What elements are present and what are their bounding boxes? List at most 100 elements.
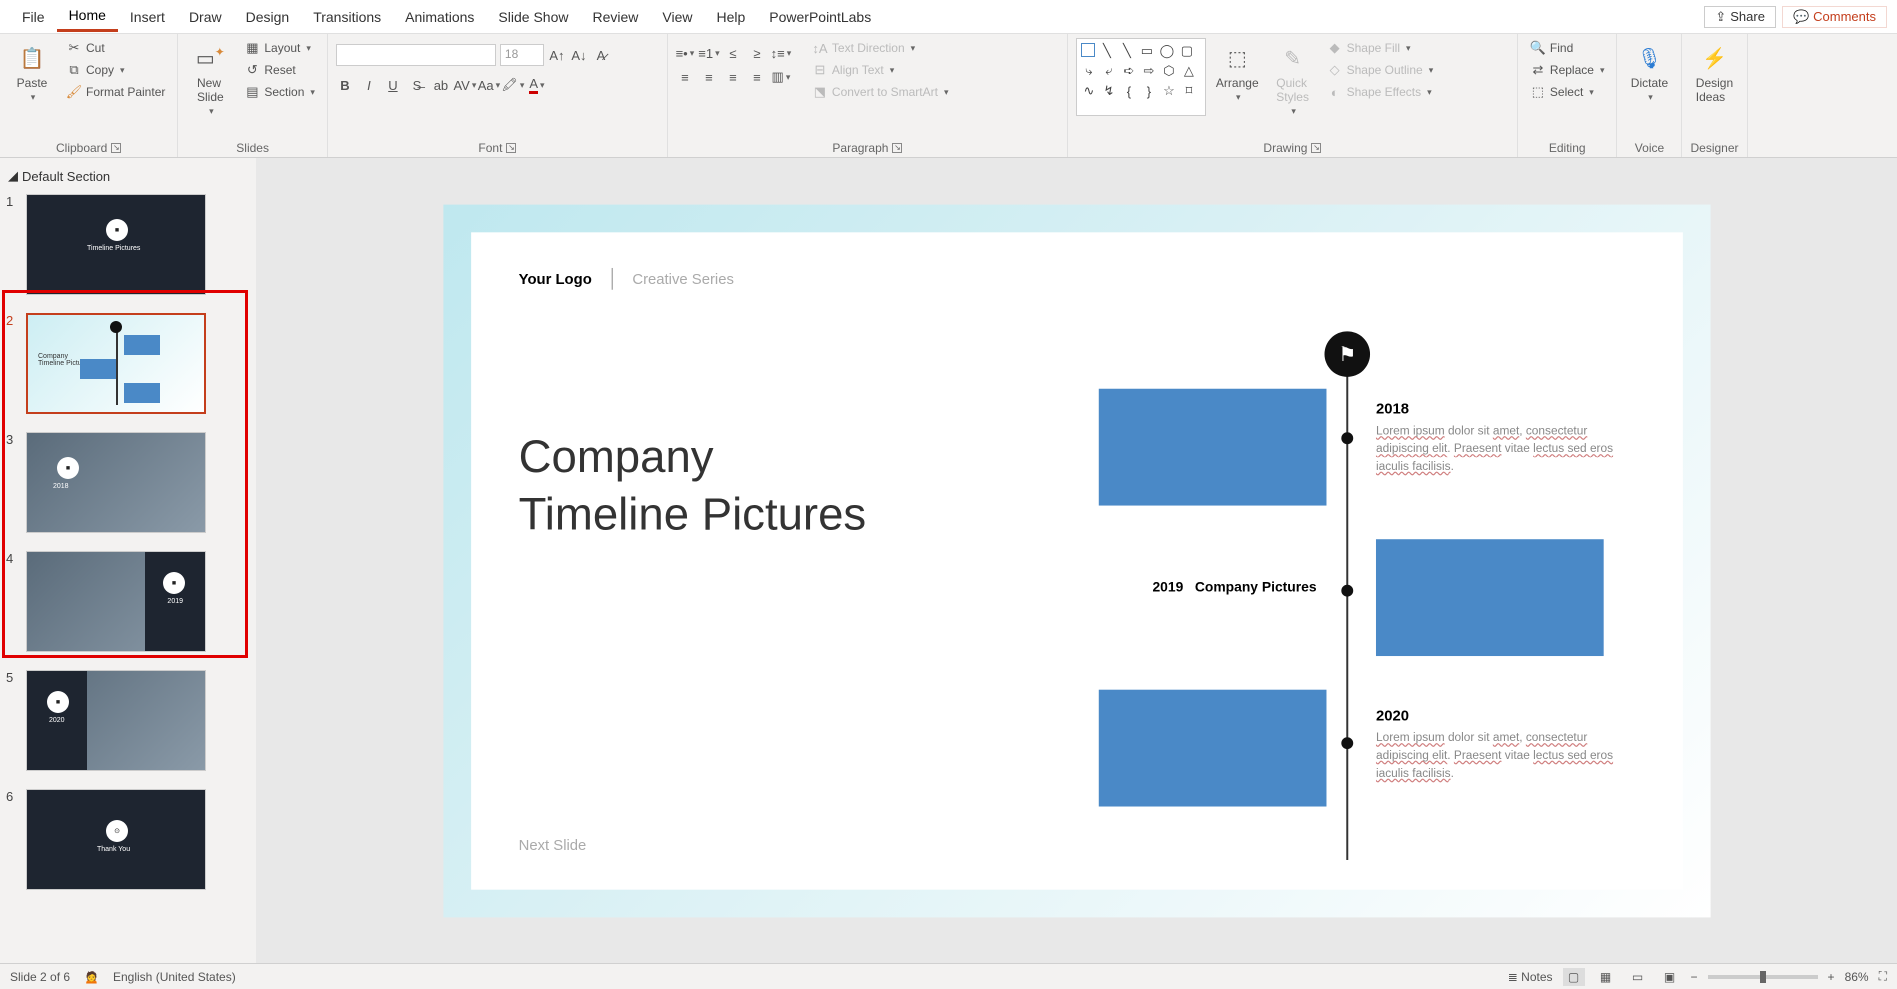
design-ideas-button[interactable]: ⚡ Design Ideas bbox=[1690, 38, 1738, 108]
shape-curve-icon[interactable]: ∿ bbox=[1081, 83, 1097, 99]
thumb-2[interactable]: 2 CompanyTimeline Pictures bbox=[6, 313, 246, 414]
shape-tri-icon[interactable]: △ bbox=[1181, 63, 1197, 79]
decrease-indent-button[interactable]: ≤ bbox=[724, 44, 742, 62]
shape-outline-button[interactable]: ◇Shape Outline bbox=[1323, 60, 1438, 80]
timeline-box-2020[interactable] bbox=[1098, 689, 1326, 806]
format-painter-button[interactable]: 🖌Format Painter bbox=[62, 82, 169, 102]
font-launcher[interactable]: ↘ bbox=[506, 143, 516, 153]
zoom-slider[interactable] bbox=[1708, 975, 1818, 979]
font-size-combo[interactable]: 18 bbox=[500, 44, 544, 66]
align-left-button[interactable]: ≡ bbox=[676, 68, 694, 86]
shape-callout-icon[interactable]: ⌑ bbox=[1181, 83, 1197, 99]
tab-home[interactable]: Home bbox=[57, 1, 118, 32]
char-spacing-button[interactable]: AV bbox=[456, 76, 474, 94]
increase-indent-button[interactable]: ≥ bbox=[748, 44, 766, 62]
normal-view-button[interactable]: ▢ bbox=[1563, 968, 1585, 986]
tab-help[interactable]: Help bbox=[704, 3, 757, 31]
reading-view-button[interactable]: ▭ bbox=[1627, 968, 1649, 986]
shape-conn-icon[interactable]: ↯ bbox=[1101, 83, 1117, 99]
thumb-4[interactable]: 4 ■ 2019 bbox=[6, 551, 246, 652]
drawing-launcher[interactable]: ↘ bbox=[1311, 143, 1321, 153]
shape-arrow4-icon[interactable]: ⇨ bbox=[1141, 63, 1157, 79]
tab-powerpointlabs[interactable]: PowerPointLabs bbox=[757, 3, 883, 31]
section-header[interactable]: ◢ Default Section bbox=[6, 164, 246, 188]
shape-oval-icon[interactable]: ◯ bbox=[1159, 43, 1175, 59]
tab-file[interactable]: File bbox=[10, 3, 57, 31]
sorter-view-button[interactable]: ▦ bbox=[1595, 968, 1617, 986]
justify-button[interactable]: ≡ bbox=[748, 68, 766, 86]
bold-button[interactable]: B bbox=[336, 76, 354, 94]
new-slide-button[interactable]: ▭✦ New Slide bbox=[186, 38, 234, 121]
tab-insert[interactable]: Insert bbox=[118, 3, 177, 31]
status-language[interactable]: English (United States) bbox=[113, 970, 236, 984]
clear-format-button[interactable]: A̷ bbox=[592, 46, 610, 64]
shapes-gallery[interactable]: ╲ ╲ ▭ ◯ ▢ ⤷ ⤶ ➪ ⇨ ⬡ △ ∿ ↯ { } ☆ ⌑ bbox=[1076, 38, 1206, 116]
tab-transitions[interactable]: Transitions bbox=[301, 3, 393, 31]
tab-slideshow[interactable]: Slide Show bbox=[486, 3, 580, 31]
shape-rect-icon[interactable]: ▭ bbox=[1139, 43, 1155, 59]
dictate-button[interactable]: 🎙 Dictate bbox=[1625, 38, 1673, 107]
shape-brace2-icon[interactable]: } bbox=[1141, 83, 1157, 99]
shape-effects-button[interactable]: ◐Shape Effects bbox=[1323, 82, 1438, 102]
section-collapse-icon[interactable]: ◢ bbox=[8, 168, 18, 184]
paste-button[interactable]: 📋 Paste bbox=[8, 38, 56, 107]
thumb-1[interactable]: 1 ■ Timeline Pictures bbox=[6, 194, 246, 295]
clipboard-launcher[interactable]: ↘ bbox=[111, 143, 121, 153]
shape-textbox-icon[interactable] bbox=[1081, 43, 1095, 57]
tab-design[interactable]: Design bbox=[234, 3, 302, 31]
zoom-level[interactable]: 86% bbox=[1845, 970, 1869, 984]
thumb-6[interactable]: 6 ⊙ Thank You bbox=[6, 789, 246, 890]
numbering-button[interactable]: ≡1 bbox=[700, 44, 718, 62]
quick-styles-button[interactable]: ✎ Quick Styles bbox=[1269, 38, 1317, 121]
italic-button[interactable]: I bbox=[360, 76, 378, 94]
align-right-button[interactable]: ≡ bbox=[724, 68, 742, 86]
underline-button[interactable]: U bbox=[384, 76, 402, 94]
shape-rrect-icon[interactable]: ▢ bbox=[1179, 43, 1195, 59]
replace-button[interactable]: ⇄Replace bbox=[1526, 60, 1609, 80]
shape-arrow3-icon[interactable]: ➪ bbox=[1121, 63, 1137, 79]
comments-button[interactable]: 💬Comments bbox=[1782, 6, 1887, 28]
strike-button[interactable]: S̶ bbox=[408, 76, 426, 94]
find-button[interactable]: 🔍Find bbox=[1526, 38, 1609, 58]
cut-button[interactable]: ✂Cut bbox=[62, 38, 169, 58]
bullets-button[interactable]: ≡• bbox=[676, 44, 694, 62]
slide-canvas[interactable]: Your Logo Creative Series Company Timeli… bbox=[256, 158, 1897, 963]
paragraph-launcher[interactable]: ↘ bbox=[892, 143, 902, 153]
shadow-button[interactable]: ab bbox=[432, 76, 450, 94]
columns-button[interactable]: ▥ bbox=[772, 68, 790, 86]
tab-review[interactable]: Review bbox=[580, 3, 650, 31]
slide-content[interactable]: Your Logo Creative Series Company Timeli… bbox=[471, 232, 1683, 889]
reset-button[interactable]: ↺Reset bbox=[240, 60, 319, 80]
slideshow-view-button[interactable]: ▣ bbox=[1659, 968, 1681, 986]
select-button[interactable]: ⬚Select bbox=[1526, 82, 1609, 102]
notes-button[interactable]: ≣ Notes bbox=[1508, 970, 1553, 984]
align-center-button[interactable]: ≡ bbox=[700, 68, 718, 86]
share-button[interactable]: ⇪Share bbox=[1704, 6, 1776, 28]
convert-smartart-button[interactable]: ⬔Convert to SmartArt bbox=[808, 82, 953, 102]
font-color-button[interactable]: A bbox=[528, 76, 546, 94]
change-case-button[interactable]: Aa bbox=[480, 76, 498, 94]
shape-line2-icon[interactable]: ╲ bbox=[1119, 43, 1135, 59]
shape-arrow2-icon[interactable]: ⤶ bbox=[1101, 63, 1117, 79]
shrink-font-button[interactable]: A↓ bbox=[570, 46, 588, 64]
tab-animations[interactable]: Animations bbox=[393, 3, 486, 31]
font-name-combo[interactable] bbox=[336, 44, 496, 66]
highlight-button[interactable]: 🖍 bbox=[504, 76, 522, 94]
grow-font-button[interactable]: A↑ bbox=[548, 46, 566, 64]
arrange-button[interactable]: ⬚ Arrange bbox=[1212, 38, 1263, 107]
shape-hex-icon[interactable]: ⬡ bbox=[1161, 63, 1177, 79]
section-button[interactable]: ▤Section bbox=[240, 82, 319, 102]
shape-line-icon[interactable]: ╲ bbox=[1099, 43, 1115, 59]
copy-button[interactable]: ⧉Copy bbox=[62, 60, 169, 80]
tab-draw[interactable]: Draw bbox=[177, 3, 234, 31]
thumb-3[interactable]: 3 ■ 2018 bbox=[6, 432, 246, 533]
line-spacing-button[interactable]: ↕≡ bbox=[772, 44, 790, 62]
shape-brace1-icon[interactable]: { bbox=[1121, 83, 1137, 99]
shape-fill-button[interactable]: ◆Shape Fill bbox=[1323, 38, 1438, 58]
zoom-in-button[interactable]: + bbox=[1828, 970, 1835, 984]
text-direction-button[interactable]: ↕AText Direction bbox=[808, 38, 953, 58]
shape-star-icon[interactable]: ☆ bbox=[1161, 83, 1177, 99]
shape-arrow1-icon[interactable]: ⤷ bbox=[1081, 63, 1097, 79]
zoom-out-button[interactable]: − bbox=[1691, 970, 1698, 984]
layout-button[interactable]: ▦Layout bbox=[240, 38, 319, 58]
